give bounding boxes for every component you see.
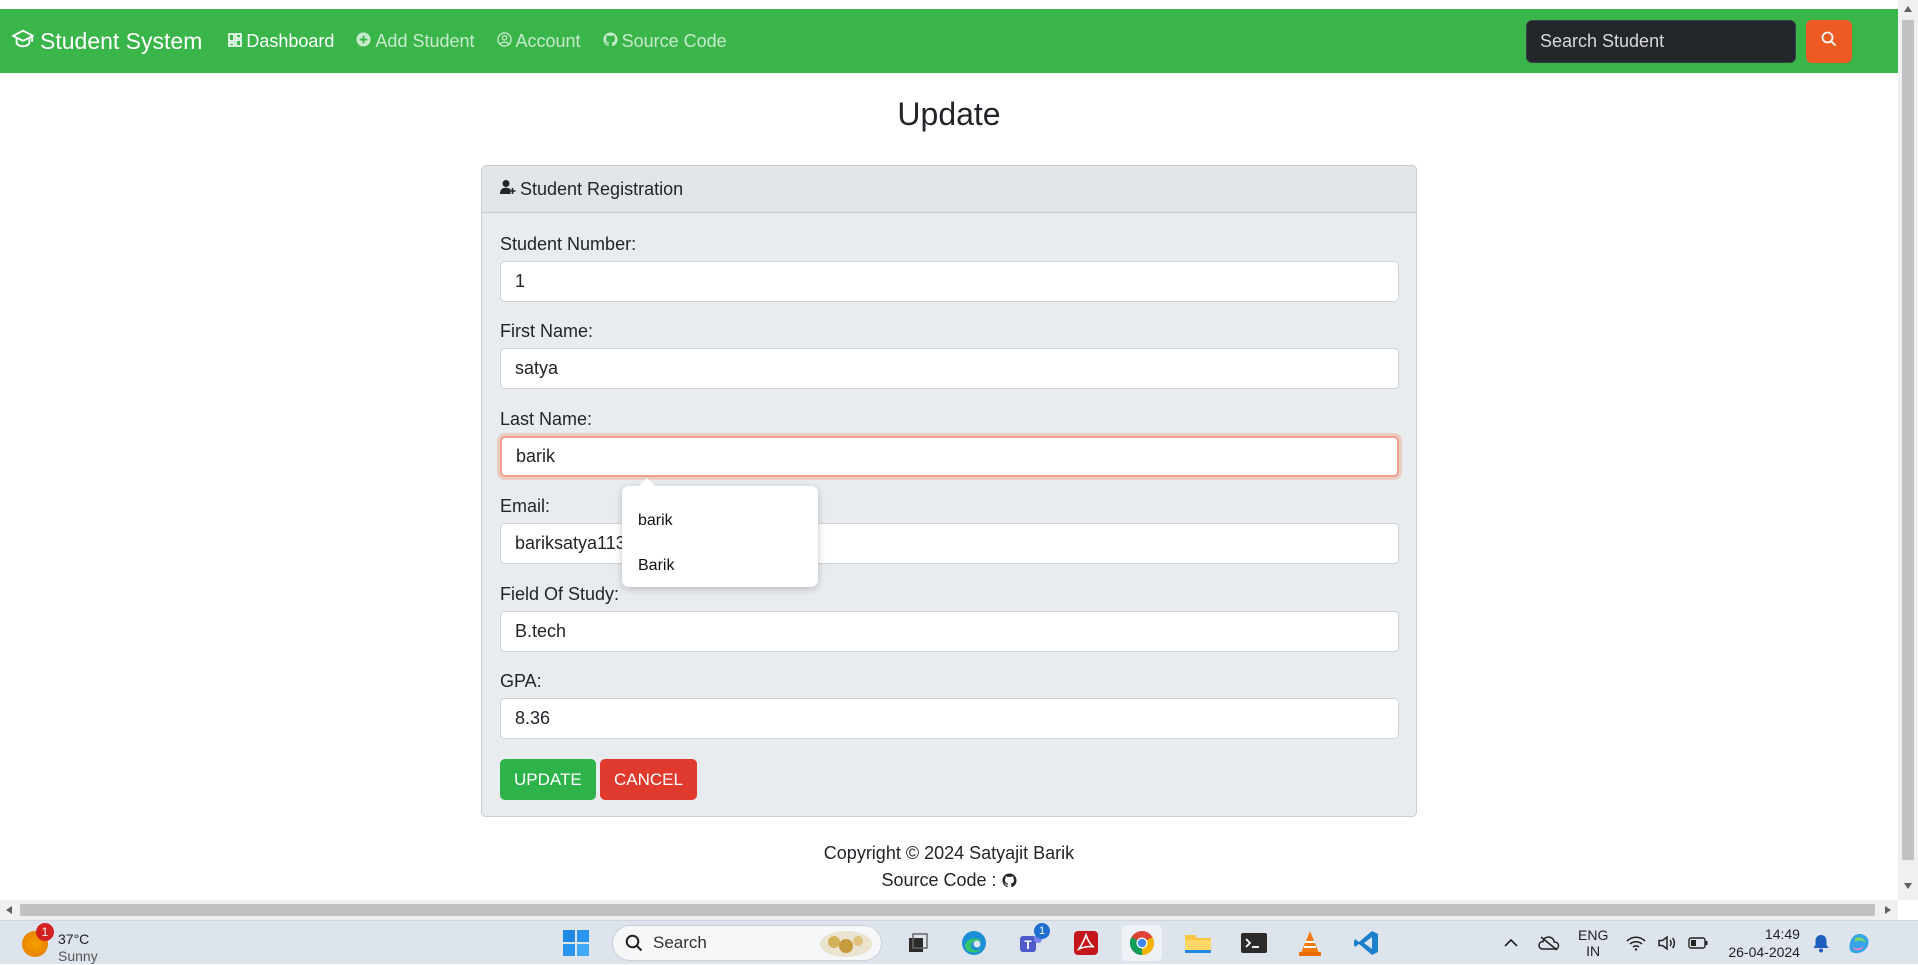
user-circle-icon bbox=[496, 31, 516, 52]
user-plus-icon bbox=[500, 179, 520, 200]
last-name-input[interactable]: barik bbox=[500, 436, 1399, 477]
terminal-icon[interactable] bbox=[1234, 925, 1274, 961]
scroll-left-icon[interactable] bbox=[6, 906, 12, 914]
teams-badge: 1 bbox=[1034, 923, 1050, 939]
lang-code: ENG bbox=[1578, 927, 1609, 943]
autocomplete-dropdown: barik Barik bbox=[622, 478, 818, 588]
card-header: Student Registration bbox=[482, 166, 1416, 213]
brand-label: Student System bbox=[40, 27, 203, 54]
horizontal-scroll-thumb[interactable] bbox=[20, 904, 1875, 916]
top-strip bbox=[0, 0, 1918, 9]
last-name-group: Last Name: barik bbox=[500, 409, 1399, 477]
horizontal-scrollbar[interactable] bbox=[0, 900, 1898, 920]
scroll-right-icon[interactable] bbox=[1885, 906, 1891, 914]
update-button[interactable]: UPDATE bbox=[500, 759, 596, 800]
dashboard-icon bbox=[228, 31, 246, 52]
chrome-icon[interactable] bbox=[1122, 925, 1162, 961]
nav-add-student[interactable]: Add Student bbox=[356, 30, 475, 52]
volume-icon[interactable] bbox=[1658, 935, 1676, 951]
copyright-text: Copyright © 2024 Satyajit Barik bbox=[823, 843, 1075, 863]
search-button[interactable] bbox=[1806, 20, 1852, 63]
graduation-cap-icon bbox=[10, 28, 40, 55]
github-icon bbox=[603, 31, 622, 52]
battery-icon[interactable] bbox=[1688, 937, 1708, 949]
weather-badge: 1 bbox=[36, 923, 54, 941]
taskbar: 1 37°C Sunny Search T 1 ENG IN 14:49 26-… bbox=[0, 920, 1918, 964]
search-form bbox=[1526, 20, 1852, 63]
gpa-input[interactable]: 8.36 bbox=[500, 698, 1399, 739]
nav-add-student-label: Add Student bbox=[375, 30, 475, 51]
wifi-icon[interactable] bbox=[1626, 935, 1646, 951]
page-title: Update bbox=[897, 96, 1001, 132]
clock[interactable]: 14:49 26-04-2024 bbox=[1728, 925, 1800, 961]
footer-source-label: Source Code : bbox=[881, 870, 997, 890]
footer: Copyright © 2024 Satyajit Barik Source C… bbox=[0, 840, 1898, 894]
copilot-icon[interactable] bbox=[1846, 930, 1872, 956]
scroll-up-icon[interactable] bbox=[1904, 6, 1912, 12]
system-tray: ENG IN 14:49 26-04-2024 bbox=[1498, 921, 1878, 965]
svg-text:T: T bbox=[1024, 938, 1032, 952]
first-name-input[interactable]: satya bbox=[500, 348, 1399, 389]
clock-time: 14:49 bbox=[1764, 926, 1800, 942]
first-name-label: First Name: bbox=[500, 321, 594, 341]
first-name-group: First Name: satya bbox=[500, 321, 1399, 389]
field-of-study-group: Field Of Study: B.tech bbox=[500, 584, 1399, 652]
chevron-up-icon[interactable] bbox=[1504, 938, 1518, 948]
nav-source-code[interactable]: Source Code bbox=[603, 31, 727, 52]
card-header-label: Student Registration bbox=[520, 178, 684, 199]
windows-start-icon[interactable] bbox=[556, 925, 596, 961]
nav-dashboard[interactable]: Dashboard bbox=[228, 31, 334, 52]
search-highlight-icon bbox=[819, 930, 873, 958]
scroll-down-icon[interactable] bbox=[1904, 883, 1912, 889]
search-input[interactable] bbox=[1526, 20, 1796, 63]
edge-browser-icon[interactable] bbox=[954, 925, 994, 961]
weather-temp: 37°C bbox=[58, 931, 90, 947]
field-of-study-input[interactable]: B.tech bbox=[500, 611, 1399, 652]
plus-circle-icon bbox=[356, 31, 375, 52]
nav-links: Dashboard Add Student Account Source Cod… bbox=[228, 31, 748, 52]
lang-region: IN bbox=[1586, 943, 1601, 959]
github-icon[interactable] bbox=[1002, 873, 1017, 888]
task-view-icon[interactable] bbox=[898, 925, 938, 961]
taskbar-search[interactable]: Search bbox=[612, 925, 882, 961]
teams-icon[interactable]: T 1 bbox=[1010, 923, 1050, 961]
autocomplete-option[interactable]: Barik bbox=[622, 543, 818, 588]
student-number-input[interactable]: 1 bbox=[500, 261, 1399, 302]
nav-account-label: Account bbox=[515, 30, 581, 51]
brand[interactable]: Student System bbox=[10, 27, 203, 55]
autocomplete-option[interactable]: barik bbox=[622, 498, 818, 543]
weather-sun-icon: 1 bbox=[22, 923, 54, 957]
cancel-button[interactable]: CANCEL bbox=[600, 759, 697, 800]
nav-source-code-label: Source Code bbox=[621, 30, 727, 51]
student-number-group: Student Number: 1 bbox=[500, 234, 1399, 302]
search-icon bbox=[625, 934, 643, 952]
nav-account[interactable]: Account bbox=[496, 30, 581, 52]
search-icon bbox=[1821, 31, 1837, 52]
last-name-label: Last Name: bbox=[500, 409, 593, 429]
vertical-scroll-thumb[interactable] bbox=[1902, 20, 1914, 860]
language-indicator[interactable]: ENG IN bbox=[1578, 927, 1608, 959]
vlc-icon[interactable] bbox=[1290, 925, 1330, 961]
file-explorer-icon[interactable] bbox=[1178, 925, 1218, 961]
taskbar-apps: Search T 1 bbox=[548, 923, 1394, 961]
notification-bell-icon[interactable] bbox=[1812, 933, 1830, 953]
navbar: Student System Dashboard Add Student Acc… bbox=[0, 9, 1898, 73]
clock-date: 26-04-2024 bbox=[1728, 944, 1800, 960]
nav-dashboard-label: Dashboard bbox=[246, 30, 335, 51]
weather-condition: Sunny bbox=[58, 948, 98, 964]
footer-source: Source Code : bbox=[0, 867, 1898, 894]
vertical-scrollbar[interactable] bbox=[1898, 0, 1918, 900]
cloud-offline-icon[interactable] bbox=[1538, 935, 1560, 951]
taskbar-search-label: Search bbox=[653, 933, 707, 952]
gpa-label: GPA: bbox=[500, 671, 542, 691]
student-number-label: Student Number: bbox=[500, 234, 637, 254]
vscode-icon[interactable] bbox=[1346, 925, 1386, 961]
weather-widget[interactable]: 1 37°C Sunny bbox=[22, 923, 98, 965]
gpa-group: GPA: 8.36 bbox=[500, 671, 1399, 739]
acrobat-icon[interactable] bbox=[1066, 925, 1106, 961]
